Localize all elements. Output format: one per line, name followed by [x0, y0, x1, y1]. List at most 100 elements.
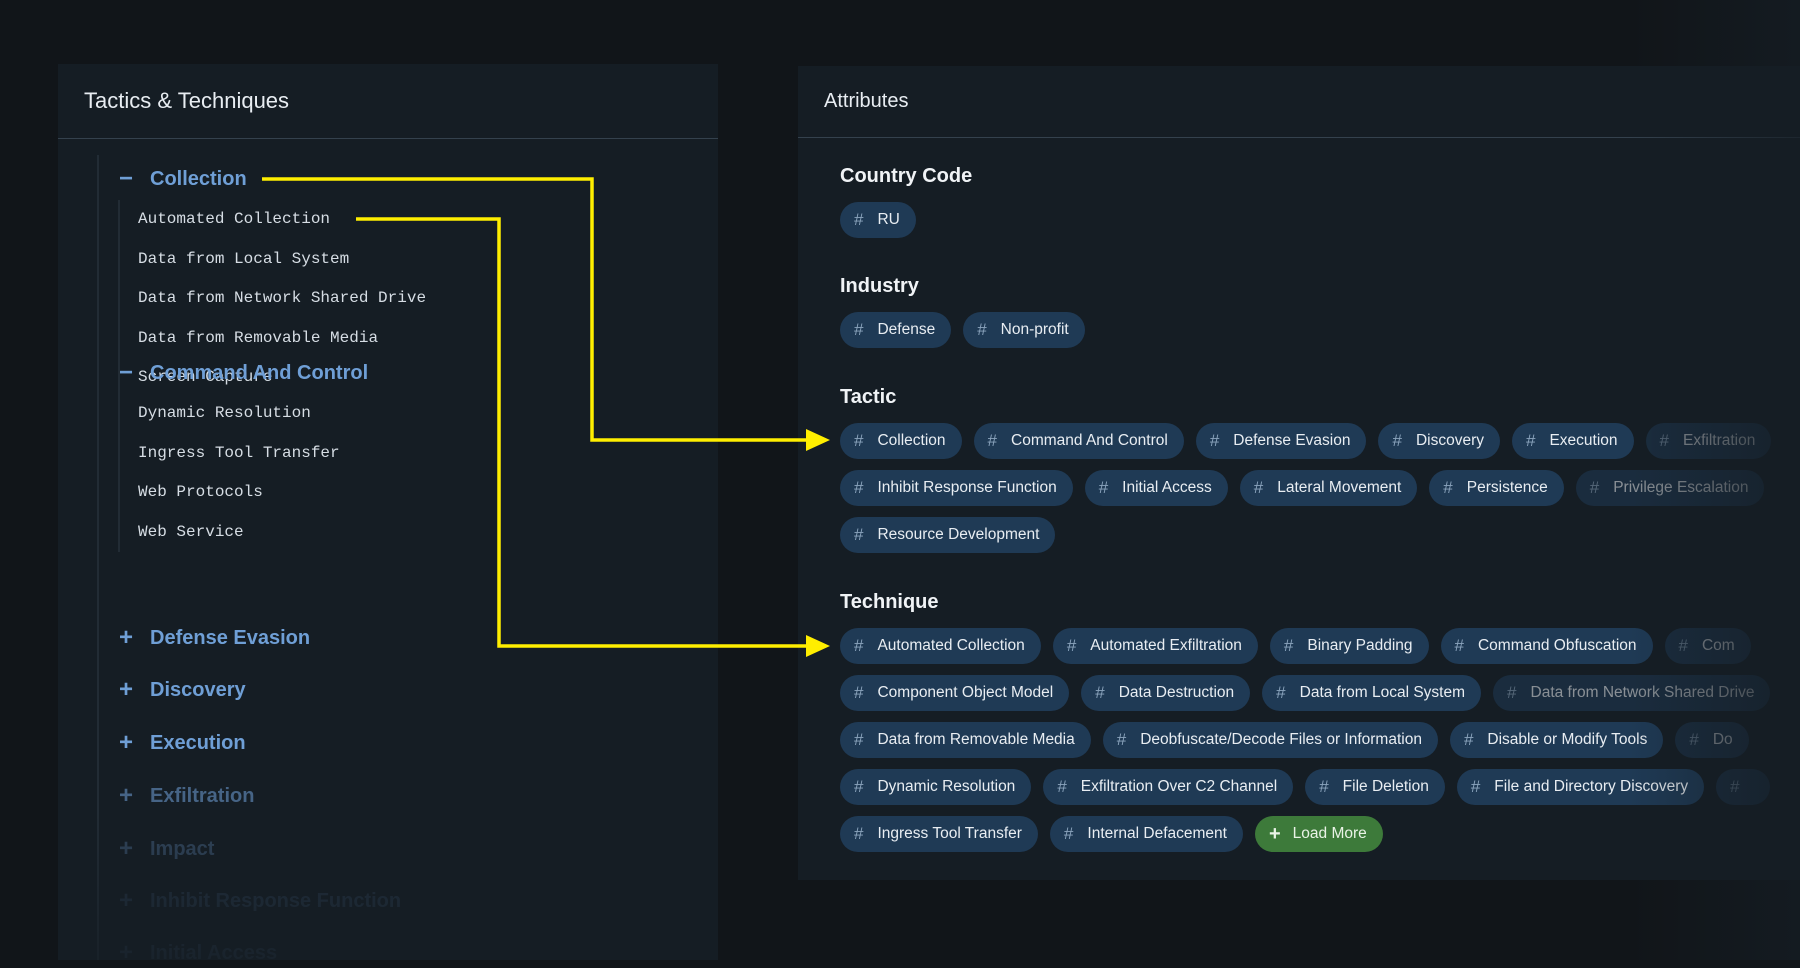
tag-chip[interactable]: # Lateral Movement — [1239, 470, 1418, 506]
tag-label: Internal Defacement — [1087, 825, 1227, 842]
tag-chip[interactable]: # Inhibit Response Function — [840, 470, 1073, 506]
tactic-label: Collection — [150, 167, 247, 190]
tag-chip[interactable]: # Defense Evasion — [1195, 423, 1367, 459]
hash-icon: # — [854, 683, 864, 702]
tag-chip[interactable]: # Command And Control — [973, 423, 1184, 459]
tactics-techniques-panel: Tactics & Techniques − Collection Automate… — [58, 64, 718, 966]
tactic-label: Exfiltration — [150, 784, 255, 807]
tag-chip[interactable]: # Automated Exfiltration — [1052, 628, 1258, 664]
tag-chip[interactable]: # Automated Collection — [840, 628, 1041, 664]
hash-icon: # — [1730, 777, 1740, 796]
tag-label: Automated Collection — [877, 637, 1025, 654]
hash-icon: # — [1689, 730, 1699, 749]
tag-chip[interactable]: # Data Destruction — [1081, 675, 1251, 711]
tree-tactic-impact[interactable]: + Impact — [116, 834, 214, 864]
tree-technique[interactable]: Ingress Tool Transfer — [120, 434, 340, 474]
chip-row: # Ingress Tool Transfer # Internal Defaceme… — [840, 816, 1770, 852]
tag-label: Inhibit Response Function — [877, 479, 1057, 496]
tree-tactic-initial-access[interactable]: + Initial Access — [116, 938, 277, 968]
tag-label: Ingress Tool Transfer — [877, 825, 1022, 842]
tree-technique[interactable]: Web Service — [120, 513, 340, 553]
tag-chip[interactable]: # Component Object Model — [840, 675, 1070, 711]
tag-chip[interactable]: # Ingress Tool Transfer — [840, 816, 1038, 852]
tree-technique[interactable]: Automated Collection — [120, 200, 426, 240]
tag-chip[interactable]: # Exfiltration — [1645, 423, 1772, 459]
section-title: Industry — [840, 275, 919, 297]
load-more-button[interactable]: + Load More — [1254, 816, 1383, 852]
plus-icon[interactable]: + — [116, 676, 136, 704]
tree-technique[interactable]: Data from Local System — [120, 240, 426, 280]
tree-technique[interactable]: Dynamic Resolution — [120, 394, 340, 434]
plus-icon[interactable]: + — [116, 835, 136, 863]
chip-row: # Resource Development — [840, 517, 1771, 553]
hash-icon: # — [854, 730, 864, 749]
tactic-label: Defense Evasion — [150, 626, 311, 649]
tag-chip[interactable]: # Do — [1675, 722, 1749, 758]
tree-tactic-command-and-control[interactable]: − Command And Control — [116, 358, 368, 388]
tree-tactic-exfiltration[interactable]: + Exfiltration — [116, 781, 254, 811]
tag-chip[interactable]: # Data from Network Shared Drive — [1493, 675, 1771, 711]
hash-icon: # — [1283, 636, 1294, 655]
tag-label: Dynamic Resolution — [877, 778, 1016, 795]
plus-icon[interactable]: + — [116, 939, 136, 967]
plus-icon[interactable]: + — [116, 782, 136, 810]
tag-label: Resource Development — [877, 526, 1040, 543]
tag-label: Initial Access — [1122, 479, 1212, 496]
tag-chip[interactable]: # Command Obfuscation — [1440, 628, 1653, 664]
tag-label: File and Directory Discovery — [1494, 778, 1689, 795]
tag-chip[interactable]: # Resource Development — [840, 517, 1056, 553]
tag-chip[interactable]: # — [1716, 769, 1770, 805]
tag-chip[interactable]: # Privilege Escalation — [1575, 470, 1765, 506]
chip-row: # Defense # Non-profit — [840, 312, 1085, 348]
attribute-section: Technique # Automated Collection # Automated… — [840, 587, 1771, 852]
tag-chip[interactable]: # Persistence — [1429, 470, 1564, 506]
hash-icon: # — [1057, 777, 1067, 796]
tag-chip[interactable]: # Collection — [840, 423, 962, 459]
tag-label: Command And Control — [1011, 432, 1168, 449]
tag-chip[interactable]: # RU — [840, 202, 916, 238]
tag-chip[interactable]: # Non-profit — [963, 312, 1085, 348]
tag-chip[interactable]: # File Deletion — [1305, 769, 1445, 805]
minus-icon[interactable]: − — [116, 165, 136, 193]
minus-icon[interactable]: − — [116, 359, 136, 387]
tag-chip[interactable]: # Data from Removable Media — [840, 722, 1091, 758]
tag-chip[interactable]: # Exfiltration Over C2 Channel — [1043, 769, 1294, 805]
tag-label: Component Object Model — [877, 684, 1054, 701]
tag-chip[interactable]: # Com — [1664, 628, 1751, 664]
tag-chip[interactable]: # Initial Access — [1084, 470, 1228, 506]
tag-chip[interactable]: # Execution — [1511, 423, 1634, 459]
tree-technique[interactable]: Data from Removable Media — [120, 319, 426, 359]
tag-chip[interactable]: # Disable or Modify Tools — [1449, 722, 1664, 758]
attributes-panel: Attributes Country Code # RU Industry # Defen… — [798, 66, 1800, 880]
tree-technique[interactable]: Web Protocols — [120, 473, 340, 513]
hash-icon: # — [854, 777, 864, 796]
hash-icon: # — [854, 636, 864, 655]
tree-technique[interactable]: Data from Network Shared Drive — [120, 279, 426, 319]
hash-icon: # — [1098, 478, 1109, 497]
tree-tactic-execution[interactable]: + Execution — [116, 728, 246, 758]
tree-tactic-inhibit-response-function[interactable]: + Inhibit Response Function — [116, 886, 401, 916]
plus-icon[interactable]: + — [116, 887, 136, 915]
attribute-section: Country Code # RU — [840, 161, 972, 238]
tree-tactic-discovery[interactable]: + Discovery — [116, 675, 246, 705]
tag-chip[interactable]: # Binary Padding — [1269, 628, 1429, 664]
tag-label: Data from Local System — [1299, 684, 1466, 701]
tag-chip[interactable]: # Deobfuscate/Decode Files or Information — [1102, 722, 1438, 758]
hash-icon: # — [1066, 636, 1077, 655]
tag-chip[interactable]: # Defense — [840, 312, 952, 348]
panel-title: Tactics & Techniques — [58, 64, 718, 139]
tag-label: Persistence — [1466, 479, 1548, 496]
chip-row: # Automated Collection # Automated Exfiltra… — [840, 628, 1770, 664]
tag-label: Deobfuscate/Decode Files or Information — [1140, 731, 1422, 748]
tag-label: Binary Padding — [1307, 637, 1413, 654]
tag-chip[interactable]: # File and Directory Discovery — [1456, 769, 1705, 805]
tag-chip[interactable]: # Data from Local System — [1262, 675, 1482, 711]
tag-chip[interactable]: # Discovery — [1378, 423, 1500, 459]
section-title: Technique — [840, 591, 939, 613]
plus-icon[interactable]: + — [116, 624, 136, 652]
tag-chip[interactable]: # Internal Defacement — [1049, 816, 1243, 852]
tag-chip[interactable]: # Dynamic Resolution — [840, 769, 1032, 805]
tree-tactic-collection[interactable]: − Collection — [116, 164, 247, 194]
tree-tactic-defense-evasion[interactable]: + Defense Evasion — [116, 623, 310, 653]
plus-icon[interactable]: + — [116, 729, 136, 757]
